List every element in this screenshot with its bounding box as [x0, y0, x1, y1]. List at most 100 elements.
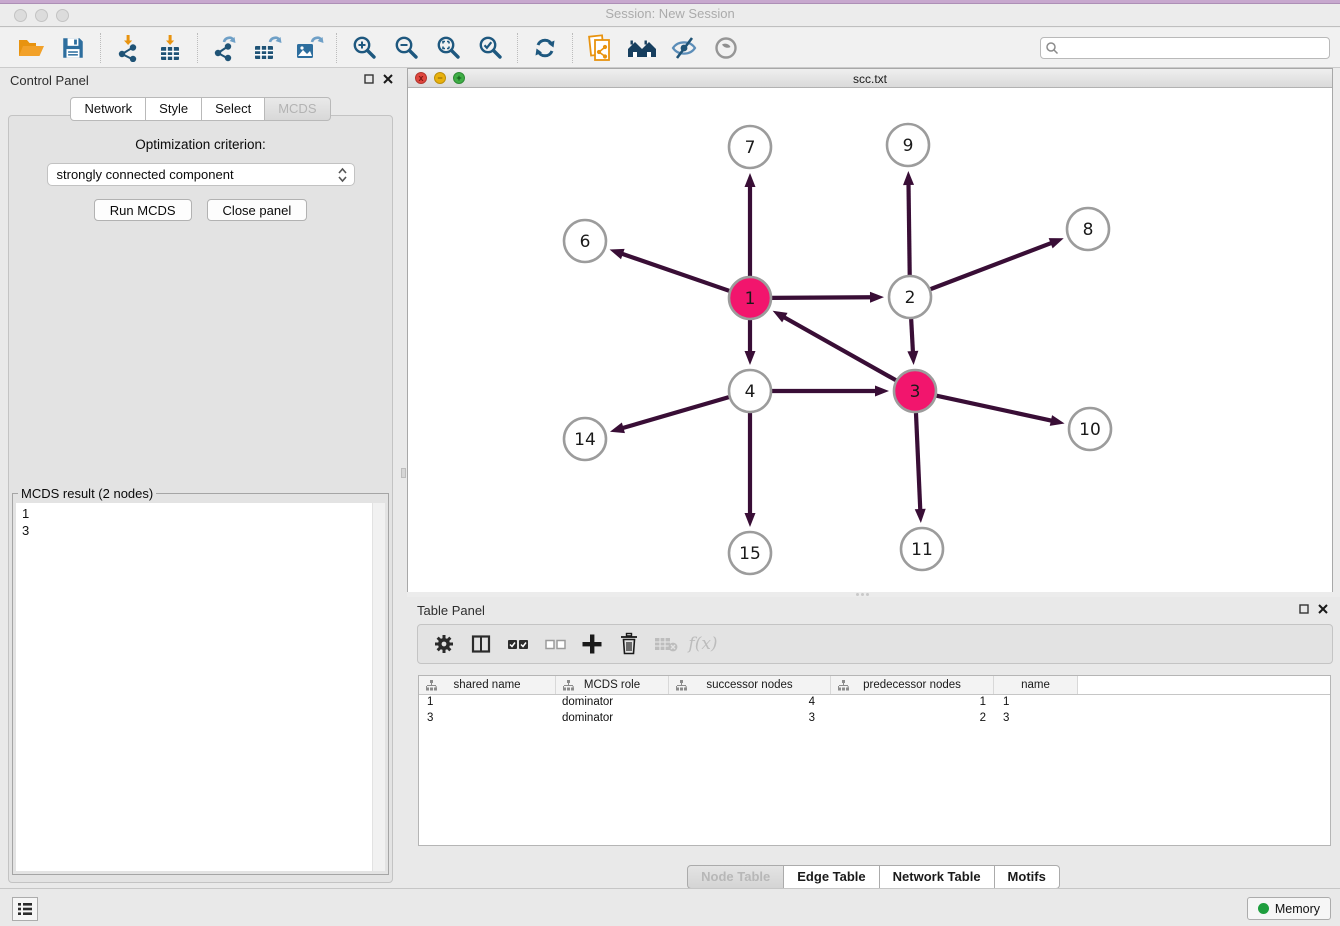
control-tab-select[interactable]: Select: [202, 97, 265, 121]
import-network-icon[interactable]: [107, 31, 149, 65]
table-tabs: Node TableEdge TableNetwork TableMotifs: [407, 865, 1340, 889]
mcds-result-box[interactable]: 13: [16, 503, 385, 871]
column-header-shared-name[interactable]: shared name: [419, 676, 556, 694]
edge-3-1[interactable]: [783, 317, 896, 381]
run-mcds-button[interactable]: Run MCDS: [94, 199, 192, 221]
node-label-7: 7: [745, 138, 756, 158]
app-titlebar: Session: New Session: [0, 0, 1340, 27]
deselect-all-icon[interactable]: [541, 630, 569, 658]
column-header-MCDS-role[interactable]: MCDS role: [556, 676, 669, 694]
node-label-10: 10: [1079, 420, 1101, 440]
edge-arrowhead: [1049, 238, 1064, 248]
column-header-successor-nodes[interactable]: successor nodes: [669, 676, 831, 694]
memory-button[interactable]: Memory: [1247, 897, 1331, 920]
edge-arrowhead: [1050, 415, 1065, 426]
table-tab-motifs[interactable]: Motifs: [995, 865, 1060, 889]
statusbar: Memory: [0, 888, 1340, 926]
zoom-selected-icon[interactable]: [469, 31, 511, 65]
task-history-button[interactable]: [12, 897, 38, 921]
table-cell[interactable]: dominator: [556, 695, 669, 711]
open-file-icon[interactable]: [10, 31, 52, 65]
table-cell[interactable]: dominator: [556, 711, 669, 727]
mcds-result-scrollbar[interactable]: [372, 503, 385, 871]
edge-arrowhead: [745, 173, 756, 187]
table-cell[interactable]: 1: [831, 695, 994, 711]
network-window-titlebar[interactable]: x − + scc.txt: [408, 69, 1332, 88]
edge-arrowhead: [745, 351, 756, 365]
edge-1-6[interactable]: [621, 253, 729, 290]
edge-2-8[interactable]: [931, 243, 1053, 290]
edge-arrowhead: [907, 351, 918, 365]
export-table-icon[interactable]: [246, 31, 288, 65]
node-label-14: 14: [574, 430, 596, 450]
node-label-1: 1: [745, 289, 756, 309]
import-table-icon[interactable]: [149, 31, 191, 65]
float-panel-icon[interactable]: [364, 74, 374, 84]
edge-3-10[interactable]: [936, 396, 1052, 421]
edge-arrowhead: [875, 386, 889, 397]
table-tab-node-table[interactable]: Node Table: [687, 865, 784, 889]
table-panel-title: Table Panel: [417, 603, 485, 618]
control-panel: Control Panel NetworkStyleSelectMCDS Opt…: [0, 68, 401, 888]
apply-layout-icon[interactable]: [524, 31, 566, 65]
splitter-grip[interactable]: [401, 468, 406, 478]
table-cell[interactable]: 1: [994, 695, 1078, 711]
toolbar-separator: [197, 33, 198, 63]
network-view-window: x − + scc.txt 1234678910111415: [407, 68, 1333, 592]
show-all-icon[interactable]: [705, 31, 747, 65]
table-header-row: shared nameMCDS rolesuccessor nodesprede…: [419, 676, 1330, 695]
destroy-table-icon: [652, 630, 680, 658]
horizontal-splitter-grip[interactable]: [855, 592, 869, 596]
search-input[interactable]: [1040, 37, 1330, 59]
edge-4-14[interactable]: [621, 397, 728, 428]
table-cell[interactable]: 3: [994, 711, 1078, 727]
close-panel-button[interactable]: Close panel: [207, 199, 308, 221]
control-tab-network[interactable]: Network: [70, 97, 146, 121]
edge-1-2[interactable]: [772, 297, 872, 298]
edge-arrowhead: [915, 509, 926, 523]
function-builder-icon: f(x): [689, 630, 717, 658]
table-cell[interactable]: 2: [831, 711, 994, 727]
toolbar-separator: [517, 33, 518, 63]
table-cell[interactable]: 1: [419, 695, 556, 711]
network-graph[interactable]: 1234678910111415: [408, 89, 1332, 592]
float-panel-icon[interactable]: [1299, 604, 1309, 614]
first-neighbors-icon[interactable]: [621, 31, 663, 65]
zoom-fit-icon[interactable]: [427, 31, 469, 65]
table-row[interactable]: 1dominator411: [419, 695, 1330, 711]
table-cell[interactable]: 4: [669, 695, 831, 711]
export-network-icon[interactable]: [204, 31, 246, 65]
table-tab-network-table[interactable]: Network Table: [880, 865, 995, 889]
create-column-plus-icon[interactable]: [578, 630, 606, 658]
column-header-name[interactable]: name: [994, 676, 1078, 694]
zoom-out-icon[interactable]: [385, 31, 427, 65]
table-tab-edge-table[interactable]: Edge Table: [784, 865, 879, 889]
table-row[interactable]: 3dominator323: [419, 711, 1330, 727]
edge-2-9[interactable]: [909, 183, 910, 275]
close-panel-icon[interactable]: [383, 74, 393, 84]
delete-column-trash-icon[interactable]: [615, 630, 643, 658]
node-label-9: 9: [903, 136, 914, 156]
criterion-select[interactable]: strongly connected component: [47, 163, 355, 186]
node-label-11: 11: [911, 540, 933, 560]
network-canvas[interactable]: 1234678910111415: [408, 89, 1332, 592]
table-cell[interactable]: 3: [669, 711, 831, 727]
export-image-icon[interactable]: [288, 31, 330, 65]
edge-3-11[interactable]: [916, 413, 920, 511]
control-tab-mcds[interactable]: MCDS: [265, 97, 330, 121]
table-cell[interactable]: 3: [419, 711, 556, 727]
zoom-in-icon[interactable]: [343, 31, 385, 65]
show-column-icon[interactable]: [467, 630, 495, 658]
close-panel-icon[interactable]: [1318, 604, 1328, 614]
column-header-predecessor-nodes[interactable]: predecessor nodes: [831, 676, 994, 694]
edge-arrowhead: [870, 292, 884, 303]
control-tab-style[interactable]: Style: [146, 97, 202, 121]
edge-2-3[interactable]: [911, 319, 913, 353]
select-all-icon[interactable]: [504, 630, 532, 658]
save-session-icon[interactable]: [52, 31, 94, 65]
hide-selected-icon[interactable]: [663, 31, 705, 65]
new-network-from-selection-icon[interactable]: [579, 31, 621, 65]
table-settings-gear-icon[interactable]: [430, 630, 458, 658]
table-panel: Table Panel f(x) shared nameMCDS r: [407, 597, 1340, 888]
select-chevrons-icon: [337, 167, 348, 183]
